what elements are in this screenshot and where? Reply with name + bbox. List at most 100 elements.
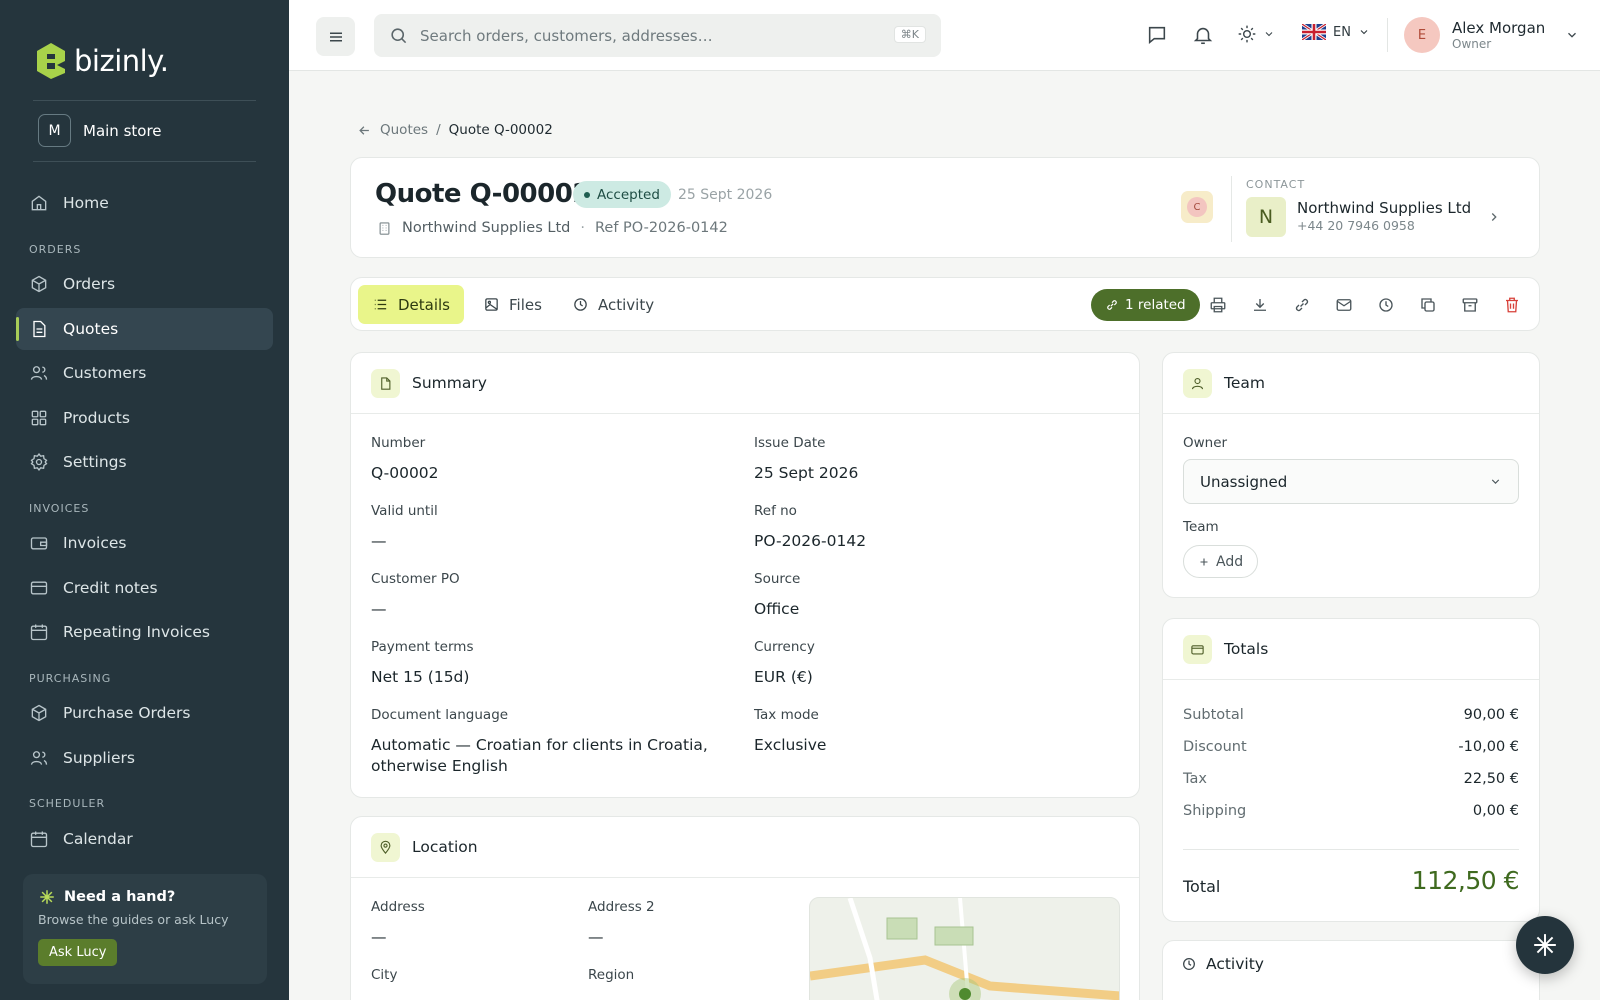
totals-row-label: Tax <box>1183 771 1207 787</box>
help-title-row: Need a hand? <box>38 888 252 906</box>
sidebar-item-invoices[interactable]: Invoices <box>16 522 273 564</box>
owner-select-value: Unassigned <box>1200 472 1288 491</box>
summary-card: Summary Number Q-00002 Issue Date 25 Sep… <box>350 352 1140 798</box>
wallet-icon <box>30 537 48 550</box>
assistant-fab-button[interactable] <box>1516 916 1574 974</box>
search-bar[interactable]: ⌘K <box>374 14 941 57</box>
user-menu[interactable]: E Alex Morgan Owner <box>1404 17 1579 53</box>
field-label-customer-po: Customer PO <box>371 571 460 587</box>
sidebar-item-calendar[interactable]: Calendar <box>16 818 273 860</box>
search-input[interactable] <box>420 26 880 45</box>
mail-icon[interactable] <box>1335 296 1353 314</box>
field-value-currency: EUR (€) <box>754 668 813 686</box>
totals-row-label: Shipping <box>1183 803 1247 819</box>
summary-header: Summary <box>351 353 1139 414</box>
team-card: Team Owner Unassigned Team Add <box>1162 352 1540 598</box>
related-button[interactable]: 1 related <box>1091 289 1200 321</box>
grid-icon <box>31 410 47 426</box>
totals-row-discount: Discount -10,00 € <box>1183 739 1519 755</box>
printer-icon[interactable] <box>1209 296 1227 314</box>
list-icon <box>374 299 387 310</box>
nav-section-orders: ORDERS <box>29 243 82 256</box>
tab-activity[interactable]: Activity <box>558 285 668 324</box>
field-label-issue-date: Issue Date <box>754 435 826 451</box>
field-label-ref-no: Ref no <box>754 503 797 519</box>
trash-icon[interactable] <box>1503 296 1521 314</box>
field-value-address2: — <box>588 928 604 946</box>
breadcrumb-link-quotes[interactable]: Quotes <box>380 122 428 138</box>
sidebar-item-label: Home <box>63 194 109 212</box>
message-icon[interactable] <box>1146 24 1168 46</box>
tab-details[interactable]: Details <box>358 285 465 324</box>
totals-row-subtotal: Subtotal 90,00 € <box>1183 707 1519 723</box>
ask-lucy-button[interactable]: Ask Lucy <box>38 939 118 966</box>
related-label: 1 related <box>1125 297 1186 313</box>
clock-icon[interactable] <box>1377 296 1395 314</box>
quote-company[interactable]: Northwind Supplies Ltd <box>402 220 570 236</box>
copy-icon[interactable] <box>1419 296 1437 314</box>
sidebar-item-orders[interactable]: Orders <box>16 263 273 305</box>
field-label-valid-until: Valid until <box>371 503 438 519</box>
language-selector[interactable]: EN <box>1302 24 1370 40</box>
tab-files[interactable]: Files <box>469 285 556 324</box>
sidebar-item-repeating-invoices[interactable]: Repeating Invoices <box>16 611 273 653</box>
contact-phone: +44 20 7946 0958 <box>1297 218 1415 233</box>
field-label-source: Source <box>754 571 801 587</box>
sidebar-item-customers[interactable]: Customers <box>16 352 273 394</box>
document-icon <box>33 320 46 338</box>
field-label-number: Number <box>371 435 426 451</box>
avatar: E <box>1404 17 1440 53</box>
field-value-tax-mode: Exclusive <box>754 736 827 754</box>
sidebar-item-credit-notes[interactable]: Credit notes <box>16 567 273 609</box>
breadcrumb: Quotes / Quote Q-00002 <box>357 122 553 138</box>
owner-select[interactable]: Unassigned <box>1183 459 1519 504</box>
contact-name[interactable]: Northwind Supplies Ltd <box>1297 199 1471 217</box>
chevron-down-icon <box>1568 32 1577 38</box>
archive-icon[interactable] <box>1461 296 1479 314</box>
totals-row-value: 90,00 € <box>1463 707 1519 723</box>
location-title: Location <box>412 838 478 856</box>
users-icon <box>30 366 48 380</box>
arrow-left-icon[interactable] <box>357 123 372 138</box>
sidebar-item-settings[interactable]: Settings <box>16 441 273 483</box>
sparkle-icon <box>1534 934 1556 956</box>
field-value-valid-until: — <box>371 532 387 550</box>
contact-label: CONTACT <box>1246 178 1306 191</box>
brand-logo[interactable]: bizinly. <box>36 42 169 80</box>
theme-toggle[interactable] <box>1237 24 1275 44</box>
breadcrumb-separator: / <box>436 122 441 138</box>
field-value-customer-po: — <box>371 600 387 618</box>
package-icon <box>31 704 47 722</box>
totals-row-tax: Tax 22,50 € <box>1183 771 1519 787</box>
gear-icon <box>30 453 48 471</box>
total-value: 112,50 € <box>1411 866 1520 895</box>
nav-section-invoices: INVOICES <box>29 502 90 515</box>
location-map[interactable] <box>809 897 1120 1000</box>
sidebar-item-quotes[interactable]: Quotes <box>16 308 273 350</box>
activity-title: Activity <box>1206 955 1264 973</box>
quote-date: 25 Sept 2026 <box>678 187 773 203</box>
totals-card: Totals Subtotal 90,00 € Discount -10,00 € … <box>1162 618 1540 922</box>
store-switcher[interactable]: M Main store <box>38 114 162 147</box>
status-dot <box>584 191 590 198</box>
chevron-right-icon[interactable] <box>1487 210 1501 224</box>
quote-reference: Ref PO-2026-0142 <box>594 220 728 236</box>
totals-row-shipping: Shipping 0,00 € <box>1183 803 1519 819</box>
creator-avatar[interactable]: C <box>1181 191 1213 223</box>
team-label: Team <box>1183 519 1219 535</box>
link-icon[interactable] <box>1293 296 1311 314</box>
menu-toggle-button[interactable] <box>316 17 355 56</box>
field-value-source: Office <box>754 600 800 618</box>
field-label-document-language: Document language <box>371 707 509 723</box>
sidebar-item-products[interactable]: Products <box>16 397 273 439</box>
wallet-icon <box>1183 634 1212 664</box>
brand-name: bizinly. <box>74 44 169 78</box>
bell-icon[interactable] <box>1192 24 1214 46</box>
sidebar-item-purchase-orders[interactable]: Purchase Orders <box>16 692 273 734</box>
sidebar-item-suppliers[interactable]: Suppliers <box>16 737 273 779</box>
download-icon[interactable] <box>1251 296 1269 314</box>
add-team-member-button[interactable]: Add <box>1183 545 1259 578</box>
summary-title: Summary <box>412 374 487 392</box>
sidebar-item-home[interactable]: Home <box>16 182 273 224</box>
sidebar-item-label: Calendar <box>63 830 133 848</box>
